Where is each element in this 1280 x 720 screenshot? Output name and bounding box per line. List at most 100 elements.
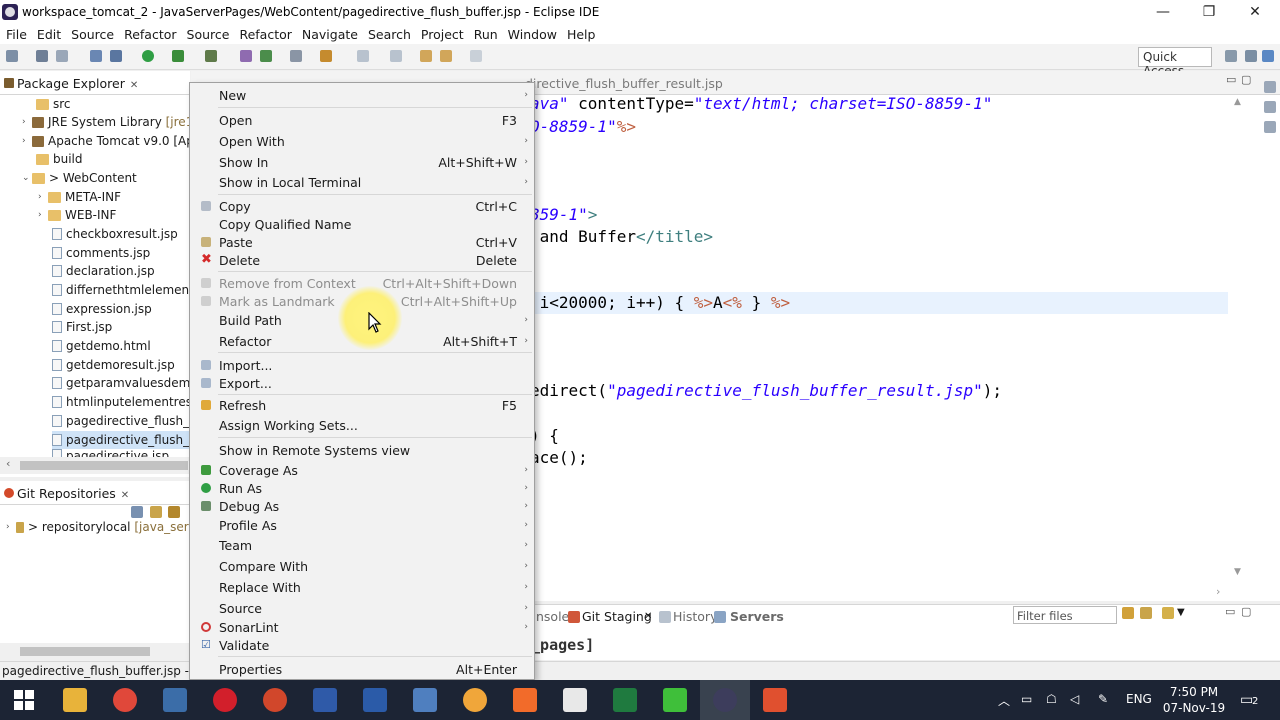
expand-arrow-icon[interactable]: › bbox=[22, 117, 32, 127]
menu-item-profile-as[interactable]: Profile As › bbox=[190, 515, 534, 535]
outline-icon[interactable] bbox=[1264, 81, 1276, 93]
search-toolbar-icon[interactable] bbox=[320, 50, 332, 62]
tree-item-file[interactable]: pagedirective_flush_buf bbox=[52, 412, 209, 430]
forward-icon[interactable] bbox=[440, 50, 452, 62]
excel-icon[interactable] bbox=[613, 688, 637, 712]
menu-item-import[interactable]: Import... bbox=[190, 355, 534, 375]
tree-item-meta-inf[interactable]: › META-INF bbox=[38, 188, 121, 206]
tree-item-build[interactable]: build bbox=[36, 150, 83, 168]
scroll-thumb[interactable] bbox=[20, 647, 150, 656]
menu-source[interactable]: Source bbox=[66, 27, 119, 42]
menu-refactor-2[interactable]: Refactor bbox=[234, 27, 296, 42]
windows-start-icon[interactable] bbox=[14, 690, 34, 710]
hierarchy-icon[interactable] bbox=[1264, 121, 1276, 133]
save-icon[interactable] bbox=[36, 50, 48, 62]
tab-git-staging[interactable]: Git Staging bbox=[582, 609, 652, 624]
tree-item-webcontent[interactable]: ⌄ > WebContent bbox=[22, 169, 137, 187]
filter-files-input[interactable]: Filter files bbox=[1013, 606, 1117, 624]
battery-icon[interactable]: ▭ bbox=[1021, 692, 1032, 706]
menu-navigate[interactable]: Navigate bbox=[297, 27, 363, 42]
add-repository-icon[interactable] bbox=[168, 506, 180, 518]
eclipse-taskbar-icon[interactable] bbox=[713, 688, 737, 712]
expand-arrow-icon[interactable]: › bbox=[22, 136, 32, 146]
brave-icon[interactable] bbox=[513, 688, 537, 712]
refresh-staging-icon[interactable] bbox=[1140, 607, 1152, 619]
tree-item-file[interactable]: checkboxresult.jsp bbox=[52, 225, 178, 243]
collapse-all-icon[interactable] bbox=[131, 506, 143, 518]
quick-access-field[interactable]: Quick Access bbox=[1138, 47, 1212, 78]
tree-item-file-selected[interactable]: pagedirective_flush_buf bbox=[52, 431, 209, 449]
external-tools-icon[interactable] bbox=[205, 50, 217, 62]
package-explorer-hscroll[interactable]: ‹ bbox=[0, 457, 190, 474]
close-view-icon[interactable]: ✕ bbox=[121, 490, 129, 501]
menu-refactor[interactable]: Refactor bbox=[119, 27, 181, 42]
powerpoint-icon[interactable] bbox=[263, 688, 287, 712]
compare-icon[interactable] bbox=[1122, 607, 1134, 619]
next-annotation-icon[interactable] bbox=[390, 50, 402, 62]
menu-item-copy-qualified-name[interactable]: Copy Qualified Name bbox=[190, 214, 534, 234]
menu-item-debug-as[interactable]: Debug As › bbox=[190, 496, 534, 516]
minimize-panel-icon[interactable]: ▭ bbox=[1225, 605, 1235, 618]
tree-item-jre[interactable]: ›JRE System Library [jre1.8.0 bbox=[22, 113, 216, 131]
tree-item-file[interactable]: pagedirective.jsp bbox=[52, 449, 169, 457]
maximize-panel-icon[interactable]: ▢ bbox=[1241, 605, 1251, 618]
last-edit-icon[interactable] bbox=[470, 50, 482, 62]
scroll-right-icon[interactable]: › bbox=[1216, 585, 1220, 598]
pen-icon[interactable]: ✎ bbox=[1098, 692, 1108, 706]
view-menu-icon[interactable]: ▼ bbox=[1177, 607, 1185, 618]
menu-item-run-as[interactable]: Run As › bbox=[190, 478, 534, 498]
menu-file[interactable]: File bbox=[1, 27, 32, 42]
tree-item-file[interactable]: comments.jsp bbox=[52, 244, 150, 262]
editor-tab-result[interactable]: directive_flush_buffer_result.jsp bbox=[525, 76, 723, 91]
tab-history[interactable]: History bbox=[673, 609, 717, 624]
scroll-thumb[interactable] bbox=[20, 461, 188, 470]
skip-breakpoints-icon[interactable] bbox=[110, 50, 122, 62]
menu-item-team[interactable]: Team › bbox=[190, 535, 534, 555]
menu-item-delete[interactable]: ✖ Delete Delete bbox=[190, 250, 534, 270]
tree-item-file[interactable]: getdemo.html bbox=[52, 337, 151, 355]
system-clock[interactable]: 7:50 PM 07-Nov-19 bbox=[1156, 684, 1232, 716]
repository-menu-icon[interactable] bbox=[1162, 607, 1174, 619]
network-icon[interactable]: ☖ bbox=[1046, 692, 1057, 706]
menu-item-validate[interactable]: ☑ Validate bbox=[190, 635, 534, 655]
maximize-editor-icon[interactable]: ▢ bbox=[1241, 73, 1251, 86]
recorder-icon[interactable] bbox=[763, 688, 787, 712]
menu-item-compare-with[interactable]: Compare With › bbox=[190, 556, 534, 576]
perspective-open-icon[interactable] bbox=[1225, 50, 1237, 62]
minimize-button[interactable]: — bbox=[1140, 0, 1186, 24]
chrome-icon[interactable] bbox=[113, 688, 137, 712]
tree-item-file[interactable]: htmlinputelementresult bbox=[52, 393, 208, 411]
show-hidden-icons[interactable]: ︿ bbox=[998, 692, 1010, 709]
file-explorer-icon[interactable] bbox=[63, 688, 87, 712]
menu-item-source[interactable]: Source › bbox=[190, 598, 534, 618]
tree-item-file[interactable]: getdemoresult.jsp bbox=[52, 356, 175, 374]
save-all-icon[interactable] bbox=[56, 50, 68, 62]
menu-run[interactable]: Run bbox=[469, 27, 503, 42]
tree-item-src[interactable]: src bbox=[36, 95, 71, 113]
menu-search[interactable]: Search bbox=[363, 27, 416, 42]
mail-icon[interactable] bbox=[563, 688, 587, 712]
minimize-editor-icon[interactable]: ▭ bbox=[1226, 73, 1236, 86]
restore-button[interactable]: ❐ bbox=[1186, 0, 1232, 24]
menu-item-copy[interactable]: Copy Ctrl+C bbox=[190, 196, 534, 216]
app-icon[interactable] bbox=[163, 688, 187, 712]
volume-icon[interactable]: ◁ bbox=[1070, 692, 1079, 706]
back-icon[interactable] bbox=[420, 50, 432, 62]
menu-item-open-with[interactable]: Open With › bbox=[190, 131, 534, 151]
close-button[interactable]: ✕ bbox=[1232, 0, 1278, 24]
menu-item-sonarlint[interactable]: SonarLint › bbox=[190, 617, 534, 637]
link-with-selection-icon[interactable] bbox=[150, 506, 162, 518]
word-icon[interactable] bbox=[363, 688, 387, 712]
new-icon[interactable] bbox=[6, 50, 18, 62]
menu-item-open[interactable]: Open F3 bbox=[190, 110, 534, 130]
tab-servers[interactable]: Servers bbox=[730, 609, 784, 624]
menu-item-show-in-remote-systems[interactable]: Show in Remote Systems view bbox=[190, 440, 534, 460]
new-class-icon[interactable] bbox=[240, 50, 252, 62]
git-hscroll[interactable] bbox=[0, 643, 190, 660]
powershell-icon[interactable] bbox=[313, 688, 337, 712]
menu-item-coverage-as[interactable]: Coverage As › bbox=[190, 460, 534, 480]
network-app-icon[interactable] bbox=[413, 688, 437, 712]
tree-item-file[interactable]: expression.jsp bbox=[52, 300, 152, 318]
annotation-icon[interactable] bbox=[357, 50, 369, 62]
collapse-arrow-icon[interactable]: ⌄ bbox=[22, 173, 32, 183]
